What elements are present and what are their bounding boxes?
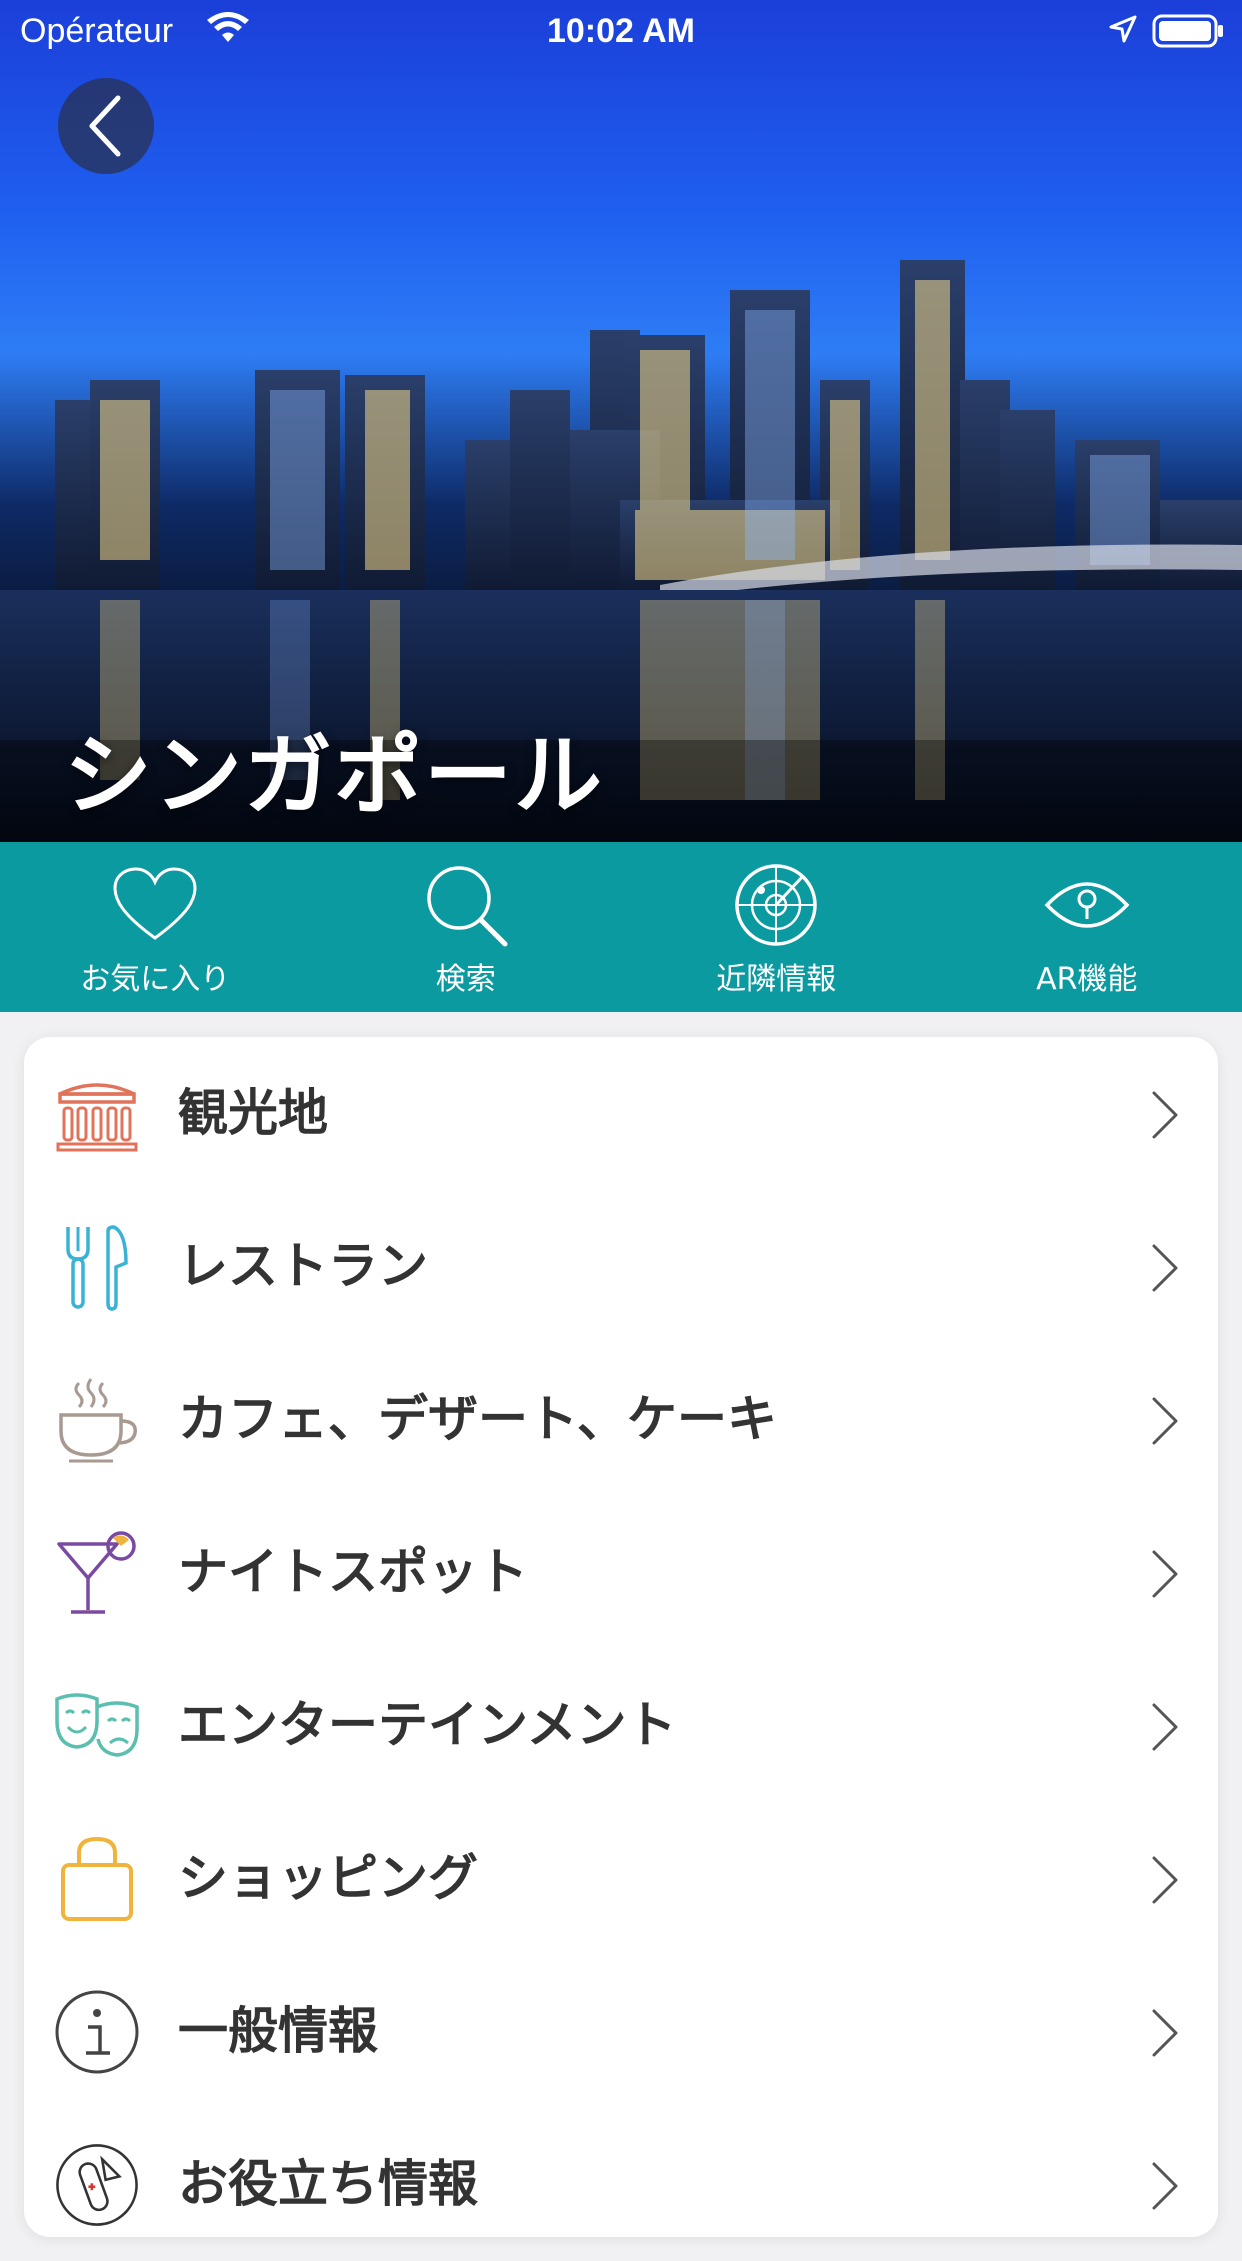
chevron-left-icon: [84, 94, 128, 158]
status-bar: Opérateur 10:02 AM: [0, 0, 1242, 62]
chevron-right-icon: [1150, 2007, 1180, 2059]
list-item-general-info[interactable]: 一般情報: [24, 1955, 1218, 2108]
fork-knife-icon: [54, 1224, 140, 1310]
list-item-cafes[interactable]: カフェ、デザート、ケーキ: [24, 1343, 1218, 1496]
eye-icon: [1042, 862, 1132, 948]
list-item-label: ナイトスポット: [178, 1496, 528, 1649]
category-list: 観光地 レストラン カフェ、デザート、ケーキ ナイトスポット エンターテインメン…: [24, 1037, 1218, 2237]
list-item-label: ショッピング: [178, 1802, 478, 1955]
chevron-right-icon: [1150, 1854, 1180, 1906]
list-item-label: レストラン: [178, 1190, 428, 1343]
location-arrow-icon: [1108, 14, 1138, 53]
list-item-entertainment[interactable]: エンターテインメント: [24, 1649, 1218, 1802]
list-item-label: 観光地: [178, 1037, 328, 1190]
chevron-right-icon: [1150, 1089, 1180, 1141]
coffee-cup-icon: [54, 1377, 140, 1463]
list-item-label: エンターテインメント: [178, 1649, 677, 1802]
chevron-right-icon: [1150, 1242, 1180, 1294]
chevron-right-icon: [1150, 1548, 1180, 1600]
ar-button[interactable]: AR機能: [932, 842, 1242, 1012]
landmark-icon: [54, 1071, 140, 1157]
list-item-label: お役立ち情報: [178, 2108, 478, 2261]
list-item-shopping[interactable]: ショッピング: [24, 1802, 1218, 1955]
list-item-nightspots[interactable]: ナイトスポット: [24, 1496, 1218, 1649]
chevron-right-icon: [1150, 1701, 1180, 1753]
search-label: 検索: [436, 954, 496, 998]
favorites-button[interactable]: お気に入り: [0, 842, 311, 1012]
list-item-useful-info[interactable]: お役立ち情報: [24, 2108, 1218, 2261]
info-icon: [54, 1989, 140, 2075]
radar-icon: [731, 862, 821, 948]
hero-banner: Opérateur 10:02 AM シンガポール: [0, 0, 1242, 842]
chevron-right-icon: [1150, 2160, 1180, 2212]
list-item-label: カフェ、デザート、ケーキ: [178, 1343, 777, 1496]
theater-masks-icon: [54, 1683, 140, 1769]
clock: 10:02 AM: [0, 12, 1242, 51]
heart-icon: [110, 862, 200, 948]
list-item-restaurants[interactable]: レストラン: [24, 1190, 1218, 1343]
back-button[interactable]: [58, 78, 154, 174]
nearby-label: 近隣情報: [716, 954, 836, 998]
swiss-knife-icon: [54, 2142, 140, 2228]
search-button[interactable]: 検索: [311, 842, 622, 1012]
favorites-label: お気に入り: [80, 954, 230, 998]
battery-icon: [1152, 14, 1224, 57]
list-item-label: 一般情報: [178, 1955, 378, 2108]
quick-actions-toolbar: お気に入り 検索 近隣情報 AR機能: [0, 842, 1242, 1012]
cocktail-icon: [54, 1530, 140, 1616]
ar-label: AR機能: [1036, 954, 1137, 998]
search-icon: [421, 862, 511, 948]
nearby-button[interactable]: 近隣情報: [621, 842, 932, 1012]
page-title: シンガポール: [64, 705, 604, 832]
chevron-right-icon: [1150, 1395, 1180, 1447]
list-item-sightseeing[interactable]: 観光地: [24, 1037, 1218, 1190]
shopping-bag-icon: [54, 1836, 140, 1922]
